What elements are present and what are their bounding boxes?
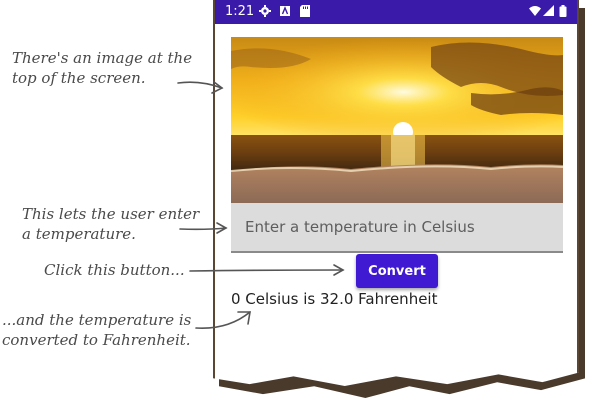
annotation-arrows (177, 81, 345, 329)
arrow-to-result (195, 311, 251, 329)
arrow-to-button (189, 269, 344, 272)
arrow-to-input (179, 227, 227, 231)
